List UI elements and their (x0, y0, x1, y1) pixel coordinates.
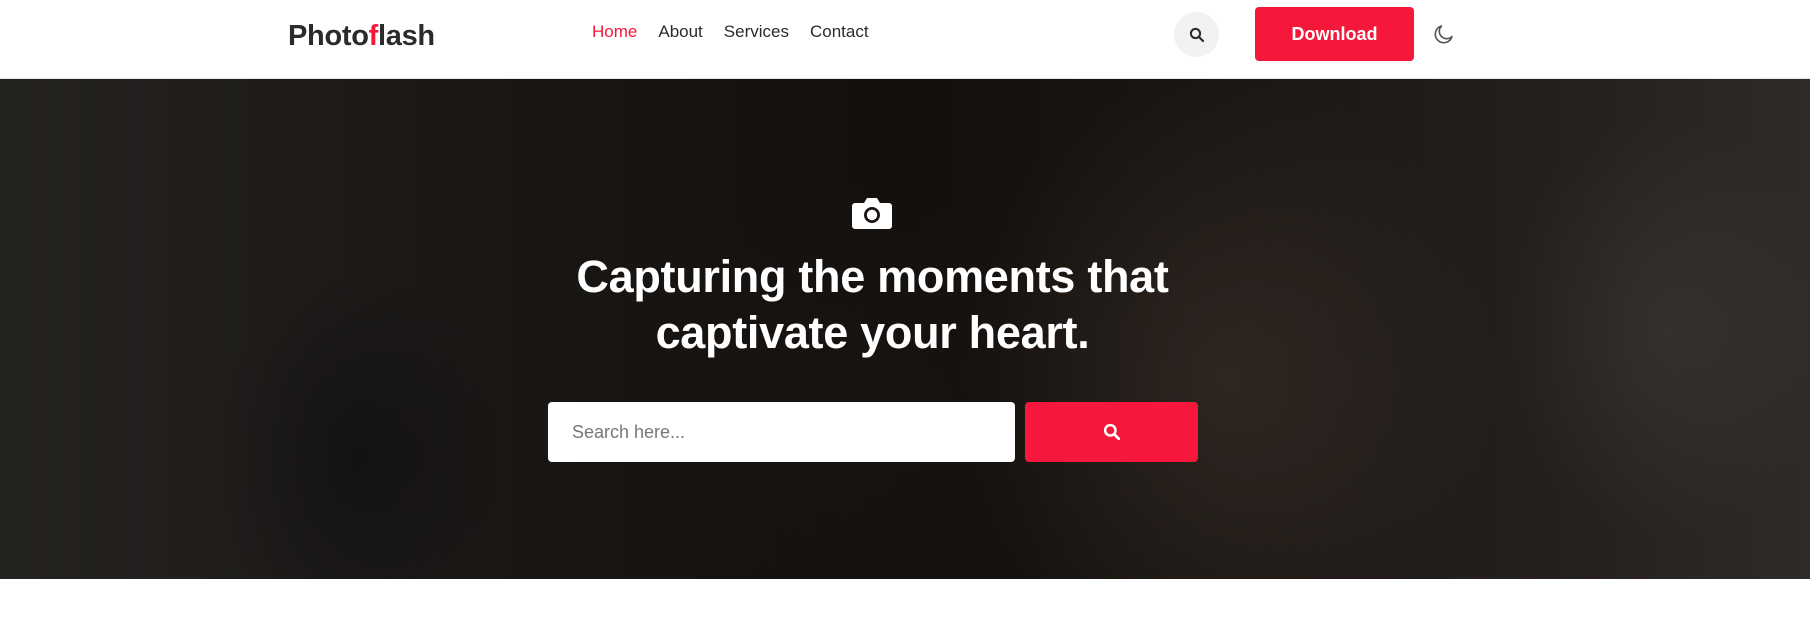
hero-search-input[interactable] (548, 402, 1015, 462)
hero-search-button[interactable] (1025, 402, 1198, 462)
theme-toggle[interactable] (1430, 20, 1458, 48)
download-button[interactable]: Download (1255, 7, 1414, 61)
logo[interactable]: Photoflash (288, 20, 435, 53)
hero-section: Capturing the moments that captivate you… (0, 79, 1810, 579)
logo-part-3: lash (378, 20, 435, 52)
moon-icon (1434, 25, 1453, 44)
logo-part-1: Photo (288, 20, 369, 52)
search-icon (1189, 27, 1204, 42)
search-icon (1103, 423, 1120, 441)
header-search-button[interactable] (1174, 12, 1219, 57)
hero-title-line-2: captivate your heart. (655, 307, 1090, 358)
hero-title: Capturing the moments that captivate you… (455, 249, 1290, 361)
hero-title-line-1: Capturing the moments that (576, 251, 1169, 302)
nav-home[interactable]: Home (592, 22, 637, 42)
site-header: Photoflash Home About Services Contact D… (0, 0, 1810, 79)
nav-about[interactable]: About (658, 22, 702, 42)
nav-services[interactable]: Services (724, 22, 789, 42)
camera-icon (852, 198, 892, 229)
logo-part-accent: f (368, 20, 379, 52)
nav-contact[interactable]: Contact (810, 22, 869, 42)
main-nav: Home About Services Contact (592, 22, 869, 42)
